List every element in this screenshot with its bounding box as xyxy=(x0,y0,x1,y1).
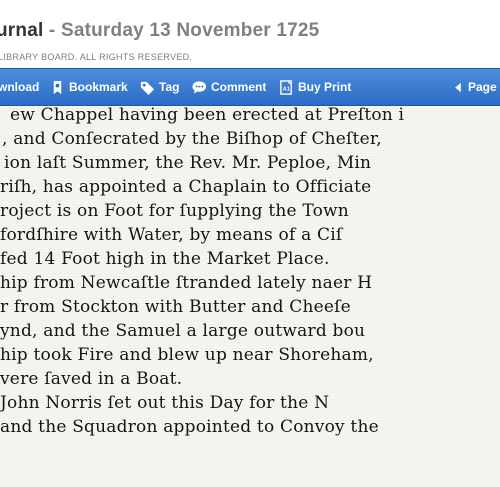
article-line: ew Chappel having been erected at Preſto… xyxy=(10,106,405,125)
page-header: urnal - Saturday 13 November 1725 LIBRAR… xyxy=(0,0,500,68)
previous-page-button[interactable]: Page xyxy=(452,69,497,105)
page-title: urnal - Saturday 13 November 1725 xyxy=(0,20,319,42)
newspaper-scan: ew Chappel having been erected at Preſto… xyxy=(0,106,500,487)
bookmark-icon xyxy=(50,80,65,95)
comment-icon xyxy=(192,80,207,95)
tag-icon xyxy=(140,80,155,95)
article-line: hip took Fire and blew up near Shoreham, xyxy=(0,345,374,365)
article-line: r from Stockton with Butter and Cheeſe xyxy=(0,297,351,317)
issue-date: Saturday 13 November 1725 xyxy=(60,20,320,41)
bookmark-label: Bookmark xyxy=(69,80,128,94)
article-line: ynd, and the Samuel a large outward bou xyxy=(0,321,366,341)
publication-name[interactable]: urnal xyxy=(0,20,43,41)
download-button[interactable]: wnload xyxy=(0,69,39,105)
tag-button[interactable]: Tag xyxy=(140,69,179,105)
article-line: riſh, has appointed a Chaplain to Offici… xyxy=(0,177,372,197)
article-line: fed 14 Foot high in the Market Place. xyxy=(0,249,330,269)
article-line: and the Squadron appointed to Convoy the xyxy=(0,417,379,437)
title-separator: - xyxy=(43,20,61,41)
article-line: ion laſt Summer, the Rev. Mr. Peploe, Mi… xyxy=(4,153,372,173)
buy-print-label: Buy Print xyxy=(298,80,352,94)
copyright-notice: LIBRARY BOARD. ALL RIGHTS RESERVED. xyxy=(0,52,193,62)
print-icon: A1 xyxy=(279,79,294,95)
comment-label: Comment xyxy=(211,80,267,94)
comment-button[interactable]: Comment xyxy=(192,69,266,105)
article-line: , and Conſecrated by the Biſhop of Cheſt… xyxy=(2,129,382,149)
article-line: fordſhire with Water, by means of a Ciſ xyxy=(0,225,343,245)
download-label: wnload xyxy=(0,80,40,94)
toolbar: wnload Bookmark Tag Comment A1 Buy Print… xyxy=(0,68,500,106)
left-arrow-icon xyxy=(452,80,464,95)
buy-print-button[interactable]: A1 Buy Print xyxy=(279,69,351,105)
newspaper-page-viewer[interactable]: ew Chappel having been erected at Preſto… xyxy=(0,106,500,487)
article-line: vere ſaved in a Boat. xyxy=(0,369,183,389)
page-label: Page xyxy=(468,80,497,94)
article-line: roject is on Foot for ſupplying the Town xyxy=(0,201,349,221)
article-line: John Norris ſet out this Day for the N xyxy=(0,393,330,413)
tag-label: Tag xyxy=(159,80,180,94)
bookmark-button[interactable]: Bookmark xyxy=(50,69,128,105)
svg-text:A1: A1 xyxy=(283,86,290,92)
article-line: hip from Newcaſtle ſtranded lately naer … xyxy=(0,273,373,293)
